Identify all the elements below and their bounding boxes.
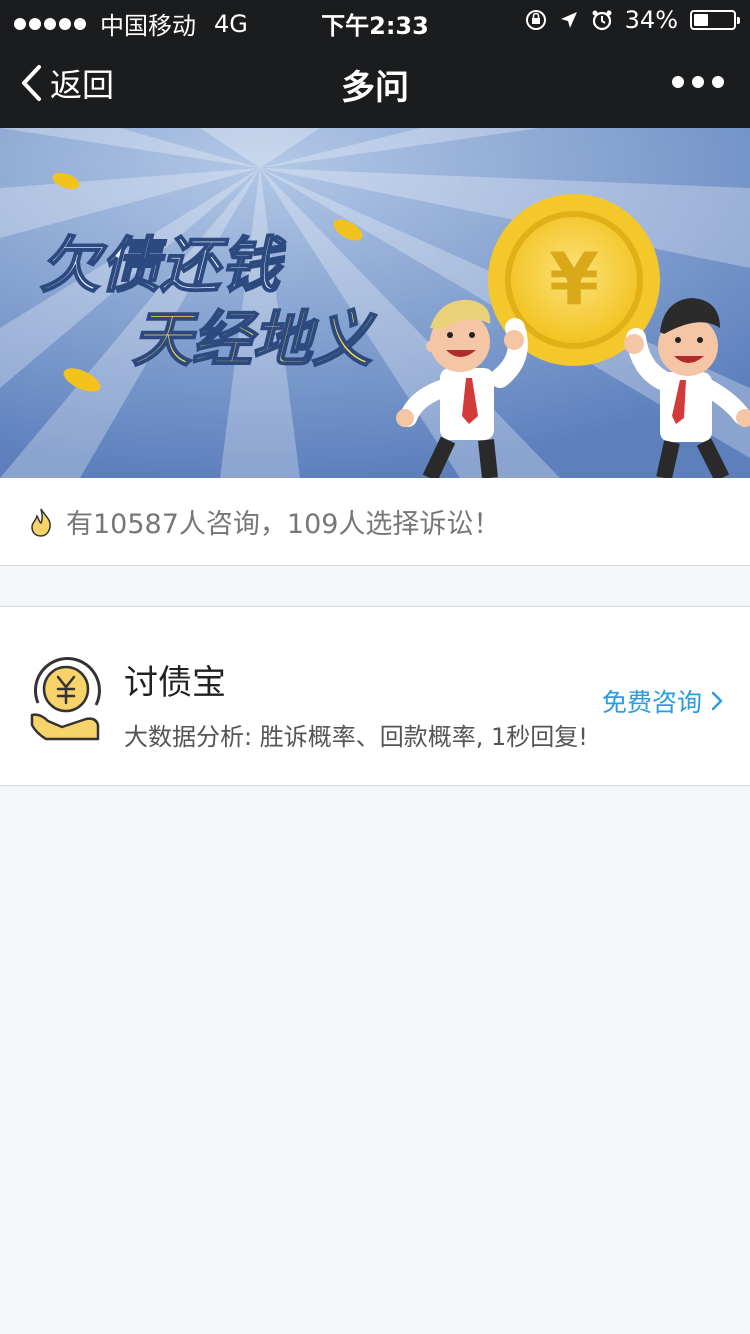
coin-yen-symbol: ¥ bbox=[549, 237, 599, 321]
promo-banner: 欠债还钱 天经地义 ¥ bbox=[0, 128, 750, 478]
service-name: 讨债宝 bbox=[124, 663, 226, 703]
page-title: 多问 bbox=[341, 68, 409, 108]
stats-text: 有10587人咨询，109人选择诉讼！ bbox=[66, 509, 501, 540]
banner-slogan-line2: 天经地义 bbox=[132, 305, 377, 375]
more-dots-icon[interactable] bbox=[672, 76, 724, 88]
consultation-stats: 有10587人咨询，109人选择诉讼！ bbox=[0, 478, 750, 566]
free-consult-label: 免费咨询 bbox=[601, 688, 702, 717]
navigation-bar: 返回 多问 bbox=[0, 40, 750, 128]
service-card[interactable]: 讨债宝 大数据分析: 胜诉概率、回款概率, 1秒回复! 免费咨询 bbox=[0, 606, 750, 786]
flame-icon bbox=[31, 508, 51, 537]
battery-percent: 34% bbox=[624, 6, 678, 34]
status-right: 34% bbox=[525, 6, 740, 34]
alarm-icon bbox=[592, 10, 612, 31]
orientation-lock-icon bbox=[525, 10, 546, 30]
chevron-right-icon bbox=[711, 691, 723, 711]
location-arrow-icon bbox=[560, 12, 577, 28]
battery-icon bbox=[690, 10, 740, 30]
service-description: 大数据分析: 胜诉概率、回款概率, 1秒回复! bbox=[124, 723, 588, 751]
yen-hand-icon bbox=[30, 657, 101, 741]
status-bar: 中国移动 4G 下午2:33 34% bbox=[0, 0, 750, 40]
top-bar: 中国移动 4G 下午2:33 34% 返回 多问 bbox=[0, 0, 750, 128]
banner-slogan-line1: 欠债还钱 bbox=[40, 231, 286, 301]
free-consult-link[interactable]: 免费咨询 bbox=[602, 683, 724, 719]
